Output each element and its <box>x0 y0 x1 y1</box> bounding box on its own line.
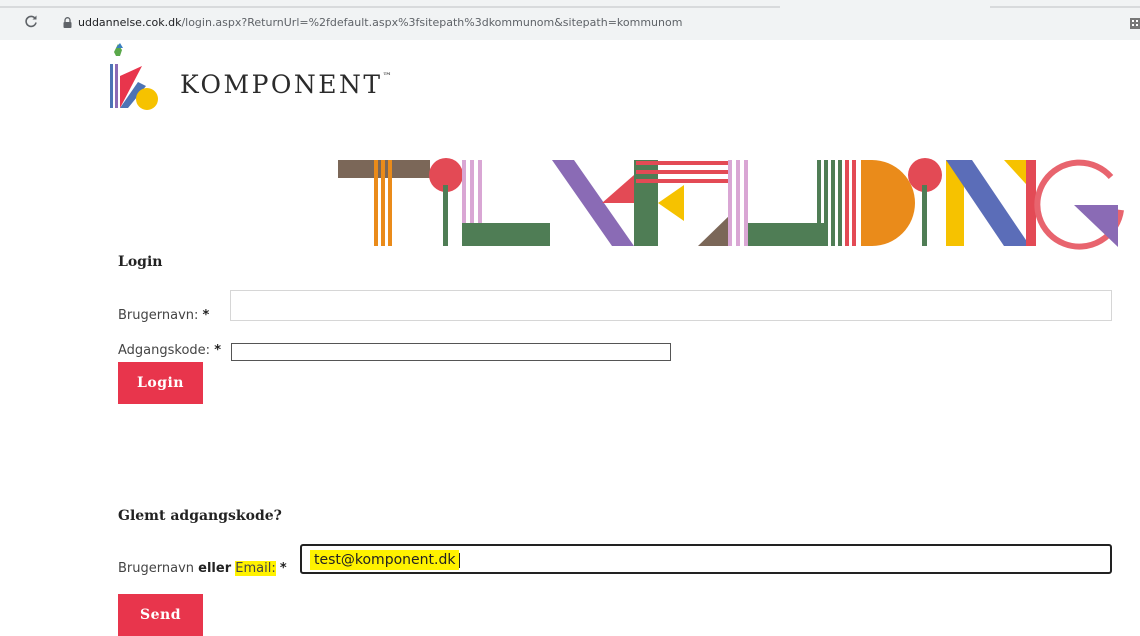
komponent-logo-icon <box>110 43 158 110</box>
username-label: Brugernavn: * <box>118 308 209 323</box>
password-label-text: Adgangskode: <box>118 343 211 358</box>
browser-toolbar: uddannelse.cok.dk/login.aspx?ReturnUrl=%… <box>0 0 1140 40</box>
login-button[interactable]: Login <box>118 362 203 404</box>
login-title: Login <box>118 254 163 270</box>
required-marker: * <box>279 561 287 576</box>
email-label-email: Email: <box>235 561 276 576</box>
trademark-symbol: ™ <box>382 72 392 82</box>
text-caret <box>459 552 461 568</box>
reload-icon[interactable] <box>24 14 38 28</box>
brand-name-text: KOMPONENT <box>180 70 383 99</box>
brand-name: KOMPONENT™ <box>180 70 392 99</box>
required-marker: * <box>214 343 222 358</box>
url-path: /login.aspx?ReturnUrl=%2fdefault.aspx%3f… <box>181 16 683 29</box>
email-input[interactable]: test@komponent.dk <box>300 544 1112 574</box>
password-label: Adgangskode: * <box>118 343 221 358</box>
tab-strip-line <box>0 6 780 8</box>
tab-strip-line <box>990 6 1140 8</box>
lock-icon <box>63 17 72 28</box>
username-label-text: Brugernavn: <box>118 308 199 323</box>
email-label-or: eller <box>198 561 232 576</box>
email-label: Brugernavn eller Email: * <box>118 561 287 576</box>
extension-icon[interactable] <box>1130 18 1140 29</box>
tilmelding-banner <box>338 158 1124 250</box>
required-marker: * <box>202 308 210 323</box>
username-input[interactable] <box>230 290 1112 321</box>
url-text: uddannelse.cok.dk/login.aspx?ReturnUrl=%… <box>78 16 682 29</box>
password-input[interactable] <box>231 343 671 361</box>
email-input-value: test@komponent.dk <box>310 550 460 570</box>
forgot-password-title: Glemt adgangskode? <box>118 508 282 524</box>
email-label-username: Brugernavn <box>118 561 195 576</box>
url-host: uddannelse.cok.dk <box>78 16 182 29</box>
